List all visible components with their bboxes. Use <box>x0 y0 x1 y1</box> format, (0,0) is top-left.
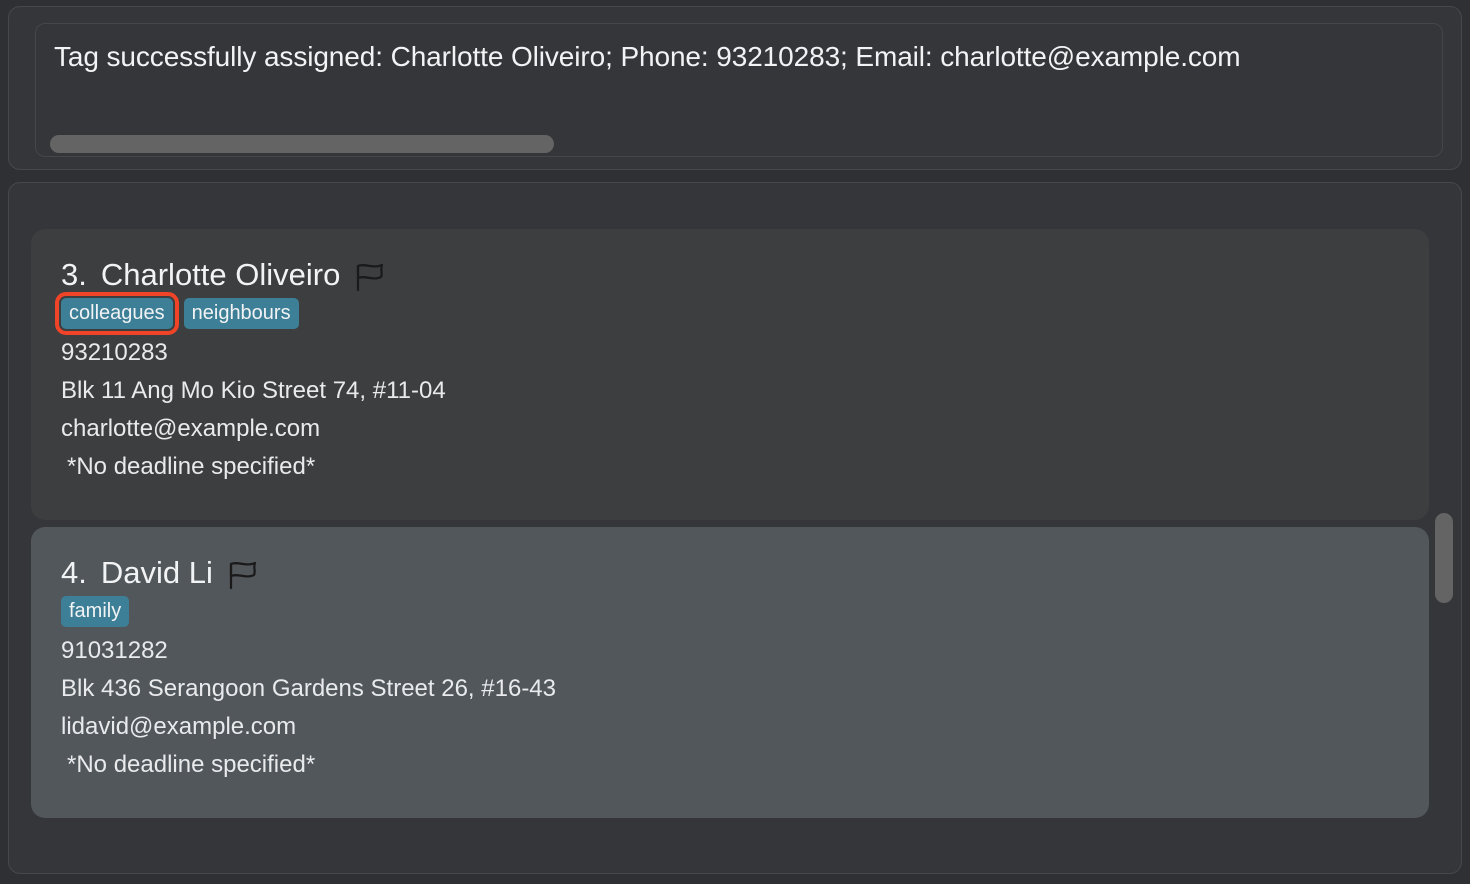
contact-phone: 93210283 <box>61 339 168 366</box>
contact-tag-colleagues[interactable]: colleagues <box>55 291 179 335</box>
flag-icon <box>226 560 260 590</box>
contact-deadline: *No deadline specified* <box>67 751 316 778</box>
flag-icon <box>353 262 387 292</box>
contact-tag-neighbours[interactable]: neighbours <box>183 297 299 329</box>
contact-name: Charlotte Oliveiro <box>100 257 341 292</box>
result-panel: Tag successfully assigned: Charlotte Oli… <box>8 6 1462 170</box>
contact-index: 4. <box>61 555 87 590</box>
result-textbox[interactable]: Tag successfully assigned: Charlotte Oli… <box>35 23 1443 157</box>
app-root: Tag successfully assigned: Charlotte Oli… <box>0 0 1470 884</box>
contact-card-title: 4. David Li <box>61 555 1399 591</box>
contact-phone: 91031282 <box>61 637 168 664</box>
result-horizontal-scrollbar-track[interactable] <box>36 132 1442 154</box>
contact-tag-family[interactable]: family <box>61 595 130 627</box>
contact-card-title: 3. Charlotte Oliveiro <box>61 257 1399 293</box>
result-horizontal-scrollbar-thumb[interactable] <box>50 135 554 153</box>
contact-index: 3. <box>61 257 87 292</box>
contact-card[interactable]: 3. Charlotte Oliveiro colleagues neighbo… <box>31 229 1429 520</box>
contact-card[interactable]: 4. David Li family 91031282 Blk 436 Sera… <box>31 527 1429 818</box>
contact-list-scroll-area: 3. Charlotte Oliveiro colleagues neighbo… <box>9 183 1461 873</box>
contact-name: David Li <box>100 555 213 590</box>
contact-list-panel: 3. Charlotte Oliveiro colleagues neighbo… <box>8 182 1462 874</box>
contact-address: Blk 436 Serangoon Gardens Street 26, #16… <box>61 675 556 702</box>
contact-address: Blk 11 Ang Mo Kio Street 74, #11-04 <box>61 377 446 404</box>
contact-tags: family <box>61 594 1399 628</box>
list-vertical-scrollbar-track[interactable] <box>1433 191 1455 865</box>
list-vertical-scrollbar-thumb[interactable] <box>1435 513 1453 603</box>
result-message: Tag successfully assigned: Charlotte Oli… <box>54 41 1241 72</box>
contact-tags: colleagues neighbours <box>55 291 1399 335</box>
contact-email: charlotte@example.com <box>61 415 321 442</box>
contact-deadline: *No deadline specified* <box>67 453 316 480</box>
contact-email: lidavid@example.com <box>61 713 297 740</box>
